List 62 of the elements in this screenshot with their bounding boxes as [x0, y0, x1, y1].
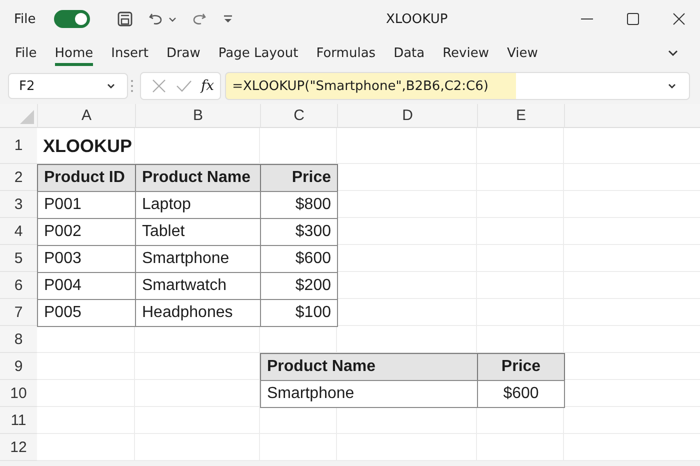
ribbon-tab[interactable]: File — [15, 40, 37, 66]
sheet-title: XLOOKUP — [42, 134, 134, 158]
ribbon-tab[interactable]: Draw — [166, 40, 200, 66]
file-label[interactable]: File — [14, 12, 36, 26]
table-cell: $300 — [260, 218, 338, 246]
table-cell: Smartphone — [135, 245, 261, 273]
table-cell: $200 — [260, 272, 338, 300]
row-header[interactable]: 7 — [0, 299, 37, 326]
header-cell: Product Name — [260, 353, 478, 381]
table-cell: Smartphone — [260, 380, 478, 408]
table-cell: P001 — [37, 191, 136, 219]
ribbon-tab[interactable]: Data — [394, 40, 425, 66]
insert-function-button[interactable]: fx — [201, 78, 214, 94]
table-cell: Tablet — [135, 218, 261, 246]
window-title: XLOOKUP — [386, 12, 448, 26]
ribbon-tab[interactable]: Review — [442, 40, 489, 66]
redo-icon[interactable] — [190, 11, 207, 27]
table-cell: $600 — [477, 380, 565, 408]
row-header[interactable]: 1 — [0, 128, 37, 164]
row-header[interactable]: 6 — [0, 272, 37, 299]
header-cell: Product ID — [37, 164, 136, 192]
caret-icon[interactable] — [106, 81, 116, 91]
ribbon-tab[interactable]: Page Layout — [218, 40, 298, 66]
name-box[interactable]: F2 — [8, 73, 128, 99]
header-cell: Price — [260, 164, 338, 192]
ribbon-tab[interactable]: View — [507, 40, 538, 66]
row-header[interactable]: 4 — [0, 218, 37, 245]
table-cell: P003 — [37, 245, 136, 273]
row-header[interactable]: 10 — [0, 380, 37, 407]
table-cell: $600 — [260, 245, 338, 273]
row-header[interactable]: 8 — [0, 326, 37, 353]
table-cell: P004 — [37, 272, 136, 300]
row-header[interactable]: 9 — [0, 353, 37, 380]
column-header[interactable]: A — [37, 104, 135, 128]
column-header[interactable]: D — [337, 104, 477, 128]
close-icon[interactable] — [672, 12, 686, 26]
maximize-icon[interactable] — [626, 12, 640, 26]
ribbon-tab[interactable]: Formulas — [316, 40, 376, 66]
ribbon-tab[interactable]: Insert — [111, 40, 148, 66]
table-cell: Headphones — [135, 299, 261, 327]
autosave-toggle[interactable] — [54, 10, 90, 28]
grip-icon — [130, 78, 134, 94]
table-cell: Laptop — [135, 191, 261, 219]
row-header[interactable]: 11 — [0, 407, 37, 434]
column-header[interactable]: E — [477, 104, 564, 128]
save-icon[interactable] — [116, 10, 134, 28]
caret-icon[interactable] — [168, 14, 177, 24]
table-cell: Smartwatch — [135, 272, 261, 300]
row-header[interactable]: 5 — [0, 245, 37, 272]
table-cell: P005 — [37, 299, 136, 327]
table-cell: $100 — [260, 299, 338, 327]
undo-icon[interactable] — [148, 11, 164, 27]
header-cell: Price — [477, 353, 565, 381]
row-header[interactable]: 12 — [0, 434, 37, 461]
header-cell: Product Name — [135, 164, 261, 192]
table-cell: P002 — [37, 218, 136, 246]
row-header[interactable]: 3 — [0, 191, 37, 218]
column-header[interactable]: C — [260, 104, 337, 128]
column-header[interactable]: B — [135, 104, 260, 128]
formula-field[interactable]: =XLOOKUP("Smartphone",B2B6,C2:C6) — [225, 72, 690, 100]
row-header[interactable]: 2 — [0, 164, 37, 191]
table-cell: $800 — [260, 191, 338, 219]
